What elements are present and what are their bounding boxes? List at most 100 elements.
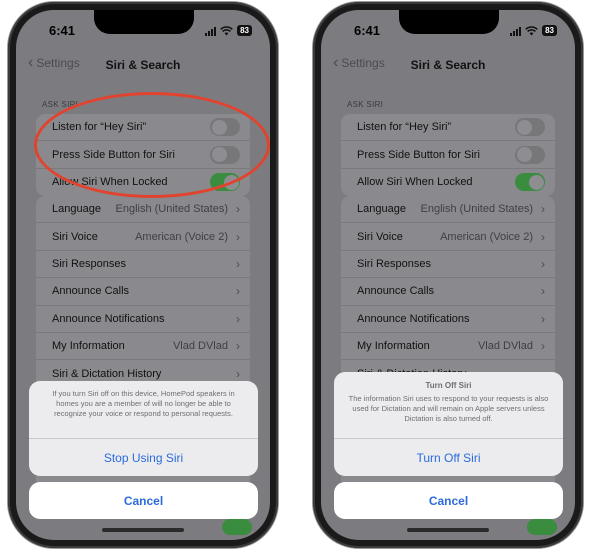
row-label: My Information: [52, 340, 125, 353]
sheet-message: The information Siri uses to respond to …: [348, 394, 549, 423]
row-side-button: Press Side Button for Siri: [341, 141, 555, 169]
row-label: Language: [357, 203, 406, 216]
row-value: English (United States): [420, 203, 534, 216]
status-time: 6:41: [354, 23, 381, 38]
chevron-right-icon: ›: [541, 311, 545, 326]
row-my-information[interactable]: My Information Vlad DVlad ›: [341, 333, 555, 361]
chevron-right-icon: ›: [541, 284, 545, 299]
row-language[interactable]: Language English (United States) ›: [36, 196, 250, 224]
signal-icon: [510, 26, 522, 36]
row-value: English (United States): [115, 203, 229, 216]
chevron-right-icon: ›: [236, 229, 240, 244]
row-label: Announce Notifications: [52, 312, 165, 325]
section-header: ASK SIRI: [42, 100, 79, 109]
row-siri-responses[interactable]: Siri Responses ›: [341, 251, 555, 279]
nav-bar: ‹ Settings Siri & Search: [321, 50, 575, 80]
toggle-switch[interactable]: [515, 173, 545, 192]
row-value: Vlad DVlad: [477, 340, 533, 353]
notch: [399, 10, 499, 34]
battery-icon: 83: [237, 25, 252, 36]
battery-icon: 83: [542, 25, 557, 36]
row-value: Vlad DVlad: [172, 340, 228, 353]
page-title: Siri & Search: [410, 58, 486, 72]
status-icons: 83: [510, 25, 557, 36]
home-indicator: [407, 528, 489, 532]
wifi-icon: [220, 25, 233, 35]
row-label: Announce Calls: [357, 285, 435, 298]
row-label: My Information: [357, 340, 430, 353]
toggle-switch[interactable]: [515, 145, 545, 164]
chevron-right-icon: ›: [541, 339, 545, 354]
status-time: 6:41: [49, 23, 76, 38]
chevron-right-icon: ›: [236, 367, 240, 382]
chevron-right-icon: ›: [236, 284, 240, 299]
row-hey-siri: Listen for “Hey Siri”: [36, 114, 250, 142]
row-announce-notifications[interactable]: Announce Notifications ›: [341, 306, 555, 333]
sheet-title: Turn Off Siri: [425, 381, 472, 390]
detail-group: Language English (United States) › Siri Vo…: [341, 196, 555, 388]
row-hey-siri: Listen for “Hey Siri”: [341, 114, 555, 142]
notch: [94, 10, 194, 34]
row-label: Language: [52, 203, 101, 216]
chevron-right-icon: ›: [236, 202, 240, 217]
chevron-right-icon: ›: [541, 229, 545, 244]
row-side-button: Press Side Button for Siri: [36, 141, 250, 169]
row-value: American (Voice 2): [440, 230, 533, 243]
home-indicator: [102, 528, 184, 532]
section-header: ASK SIRI: [347, 100, 384, 109]
row-label: Siri Responses: [52, 257, 126, 270]
row-value: American (Voice 2): [135, 230, 228, 243]
row-label: Announce Calls: [52, 285, 130, 298]
row-announce-notifications[interactable]: Announce Notifications ›: [36, 306, 250, 333]
row-label: Allow Siri When Locked: [52, 176, 168, 189]
chevron-right-icon: ›: [236, 339, 240, 354]
chevron-right-icon: ›: [236, 256, 240, 271]
row-language[interactable]: Language English (United States) ›: [341, 196, 555, 224]
row-label: Press Side Button for Siri: [52, 148, 175, 161]
phone-screen: 6:41 83 ‹ Settings Siri & Search ASK SIR…: [16, 10, 270, 540]
stop-using-siri-button[interactable]: Stop Using Siri: [29, 438, 258, 476]
detail-group: Language English (United States) › Siri Vo…: [36, 196, 250, 388]
chevron-right-icon: ›: [236, 311, 240, 326]
row-label: Siri Voice: [52, 230, 98, 243]
row-allow-locked: Allow Siri When Locked: [341, 169, 555, 196]
peek-toggle: [222, 519, 252, 535]
row-announce-calls[interactable]: Announce Calls ›: [36, 278, 250, 306]
row-announce-calls[interactable]: Announce Calls ›: [341, 278, 555, 306]
action-sheet: If you turn Siri off on this device, Hom…: [29, 381, 258, 476]
sheet-message: If you turn Siri off on this device, Hom…: [52, 389, 235, 418]
status-icons: 83: [205, 25, 252, 36]
row-siri-voice[interactable]: Siri Voice American (Voice 2) ›: [341, 223, 555, 251]
chevron-right-icon: ›: [541, 202, 545, 217]
row-label: Siri Voice: [357, 230, 403, 243]
row-label: Listen for “Hey Siri”: [52, 121, 147, 134]
phone-right: 6:41 83 ‹ Settings Siri & Search ASK SIR…: [313, 2, 583, 548]
toggle-switch[interactable]: [210, 173, 240, 192]
peek-toggle: [527, 519, 557, 535]
toggle-switch[interactable]: [210, 145, 240, 164]
toggle-group: Listen for “Hey Siri” Press Side Button …: [36, 114, 250, 197]
chevron-right-icon: ›: [541, 256, 545, 271]
action-sheet: Turn Off Siri The information Siri uses …: [334, 372, 563, 476]
cancel-button[interactable]: Cancel: [334, 482, 563, 519]
row-label: Press Side Button for Siri: [357, 148, 480, 161]
cancel-button[interactable]: Cancel: [29, 482, 258, 519]
phone-screen: 6:41 83 ‹ Settings Siri & Search ASK SIR…: [321, 10, 575, 540]
nav-bar: ‹ Settings Siri & Search: [16, 50, 270, 80]
row-allow-locked: Allow Siri When Locked: [36, 169, 250, 196]
row-label: Announce Notifications: [357, 312, 470, 325]
wifi-icon: [525, 25, 538, 35]
row-siri-voice[interactable]: Siri Voice American (Voice 2) ›: [36, 223, 250, 251]
signal-icon: [205, 26, 217, 36]
toggle-switch[interactable]: [515, 118, 545, 137]
turn-off-siri-button[interactable]: Turn Off Siri: [334, 438, 563, 476]
row-my-information[interactable]: My Information Vlad DVlad ›: [36, 333, 250, 361]
row-label: Siri & Dictation History: [52, 368, 162, 381]
row-label: Allow Siri When Locked: [357, 176, 473, 189]
toggle-switch[interactable]: [210, 118, 240, 137]
phone-left: 6:41 83 ‹ Settings Siri & Search ASK SIR…: [8, 2, 278, 548]
page-title: Siri & Search: [105, 58, 181, 72]
row-label: Siri Responses: [357, 257, 431, 270]
row-siri-responses[interactable]: Siri Responses ›: [36, 251, 250, 279]
row-label: Listen for “Hey Siri”: [357, 121, 452, 134]
